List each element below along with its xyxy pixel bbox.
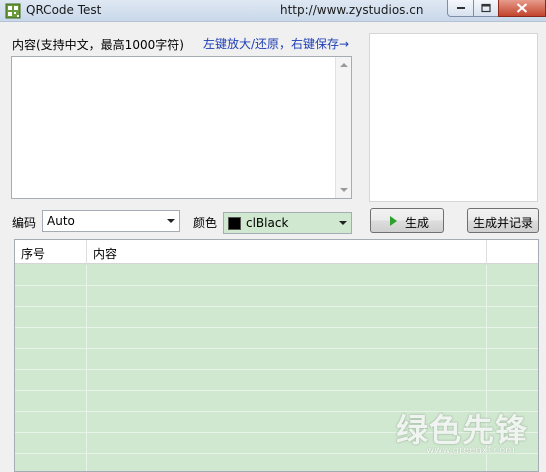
column-header-content[interactable]: 内容 bbox=[87, 240, 487, 264]
generate-button[interactable]: 生成 bbox=[370, 208, 444, 233]
maximize-icon bbox=[481, 3, 491, 13]
column-index-label: 序号 bbox=[21, 247, 46, 261]
chevron-down-icon[interactable] bbox=[162, 211, 179, 231]
list-header: 序号 内容 bbox=[15, 240, 538, 264]
row-divider bbox=[86, 328, 87, 349]
generate-record-button[interactable]: 生成并记录 bbox=[467, 208, 539, 233]
table-row[interactable] bbox=[15, 370, 538, 391]
table-row[interactable] bbox=[15, 265, 538, 286]
column-content-label: 内容 bbox=[93, 247, 118, 261]
row-divider bbox=[86, 265, 87, 286]
scroll-down-arrow-icon[interactable] bbox=[340, 188, 348, 192]
list-rows bbox=[15, 265, 538, 471]
color-value: clBlack bbox=[246, 216, 289, 230]
row-divider bbox=[486, 328, 487, 349]
content-input[interactable] bbox=[12, 57, 336, 198]
table-row[interactable] bbox=[15, 307, 538, 328]
table-row[interactable] bbox=[15, 433, 538, 454]
qrcode-preview[interactable] bbox=[369, 33, 538, 202]
generate-record-button-label: 生成并记录 bbox=[473, 216, 534, 230]
row-divider bbox=[486, 433, 487, 454]
column-header-extra[interactable] bbox=[487, 240, 538, 264]
scroll-up-arrow-icon[interactable] bbox=[340, 63, 348, 67]
generate-button-label: 生成 bbox=[405, 216, 430, 230]
table-row[interactable] bbox=[15, 412, 538, 433]
close-icon bbox=[516, 3, 528, 13]
minimize-icon bbox=[456, 7, 465, 9]
row-divider bbox=[86, 349, 87, 370]
content-label: 内容(支持中文，最高1000字符) bbox=[12, 38, 184, 52]
row-divider bbox=[486, 454, 487, 471]
row-divider bbox=[486, 265, 487, 286]
record-list[interactable]: 序号 内容 bbox=[14, 239, 539, 472]
content-memo[interactable] bbox=[11, 56, 352, 199]
qrcode-app-icon bbox=[5, 3, 21, 19]
row-divider bbox=[486, 391, 487, 412]
play-icon bbox=[390, 216, 397, 226]
encoding-select[interactable]: Auto bbox=[42, 210, 180, 232]
table-row[interactable] bbox=[15, 454, 538, 471]
title-bar: QRCode Test http://www.zystudios.cn bbox=[0, 0, 546, 22]
row-divider bbox=[86, 286, 87, 307]
table-row[interactable] bbox=[15, 349, 538, 370]
row-divider bbox=[86, 433, 87, 454]
column-header-index[interactable]: 序号 bbox=[15, 240, 87, 264]
row-divider bbox=[86, 307, 87, 328]
memo-scrollbar[interactable] bbox=[335, 57, 351, 198]
encoding-value: Auto bbox=[47, 214, 75, 228]
close-button[interactable] bbox=[498, 0, 546, 17]
row-divider bbox=[486, 349, 487, 370]
color-label: 颜色 bbox=[193, 216, 218, 230]
encoding-label: 编码 bbox=[12, 216, 37, 230]
table-row[interactable] bbox=[15, 328, 538, 349]
row-divider bbox=[86, 412, 87, 433]
color-swatch bbox=[228, 217, 241, 230]
row-divider bbox=[486, 307, 487, 328]
row-divider bbox=[86, 370, 87, 391]
chevron-down-icon[interactable] bbox=[334, 213, 351, 233]
minimize-button[interactable] bbox=[447, 0, 474, 17]
window-title: QRCode Test bbox=[26, 3, 102, 17]
save-hint-link[interactable]: 左键放大/还原，右键保存→ bbox=[203, 35, 349, 52]
row-divider bbox=[486, 412, 487, 433]
maximize-button[interactable] bbox=[473, 0, 499, 17]
row-divider bbox=[86, 454, 87, 471]
row-divider bbox=[486, 286, 487, 307]
window-url: http://www.zystudios.cn bbox=[280, 3, 424, 17]
row-divider bbox=[86, 391, 87, 412]
table-row[interactable] bbox=[15, 391, 538, 412]
color-select[interactable]: clBlack bbox=[223, 212, 352, 234]
row-divider bbox=[486, 370, 487, 391]
table-row[interactable] bbox=[15, 286, 538, 307]
